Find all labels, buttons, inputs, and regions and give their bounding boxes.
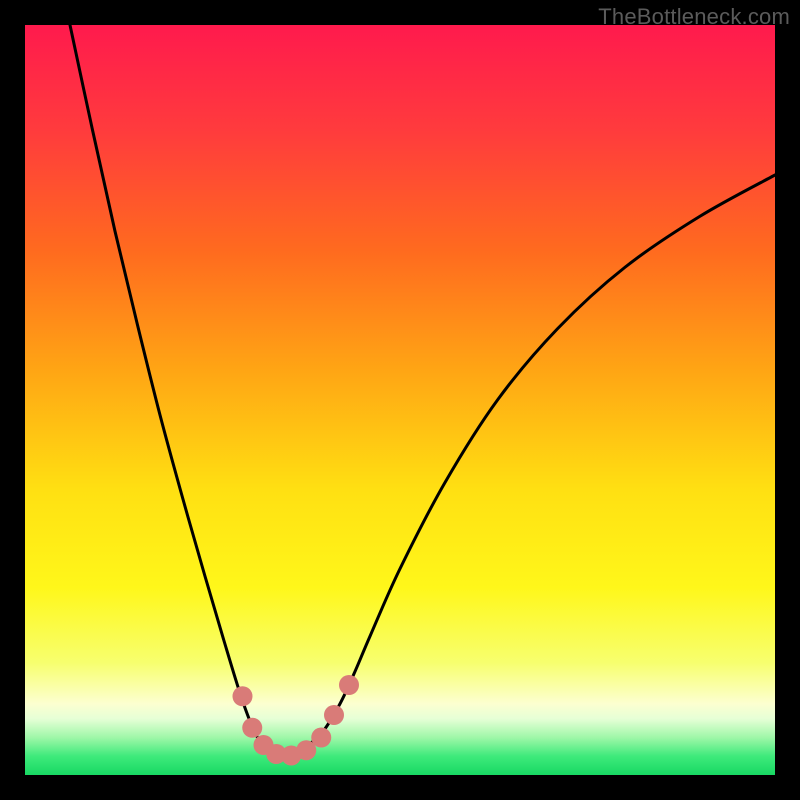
marker-dots-group <box>233 675 360 766</box>
chart-stage: TheBottleneck.com <box>0 0 800 800</box>
watermark-text: TheBottleneck.com <box>598 4 790 30</box>
marker-dot <box>339 675 359 695</box>
plot-frame <box>25 25 775 775</box>
marker-dots <box>25 25 775 775</box>
marker-dot <box>324 705 344 725</box>
marker-dot <box>233 686 253 706</box>
marker-dot <box>311 728 331 748</box>
marker-dot <box>242 718 262 738</box>
